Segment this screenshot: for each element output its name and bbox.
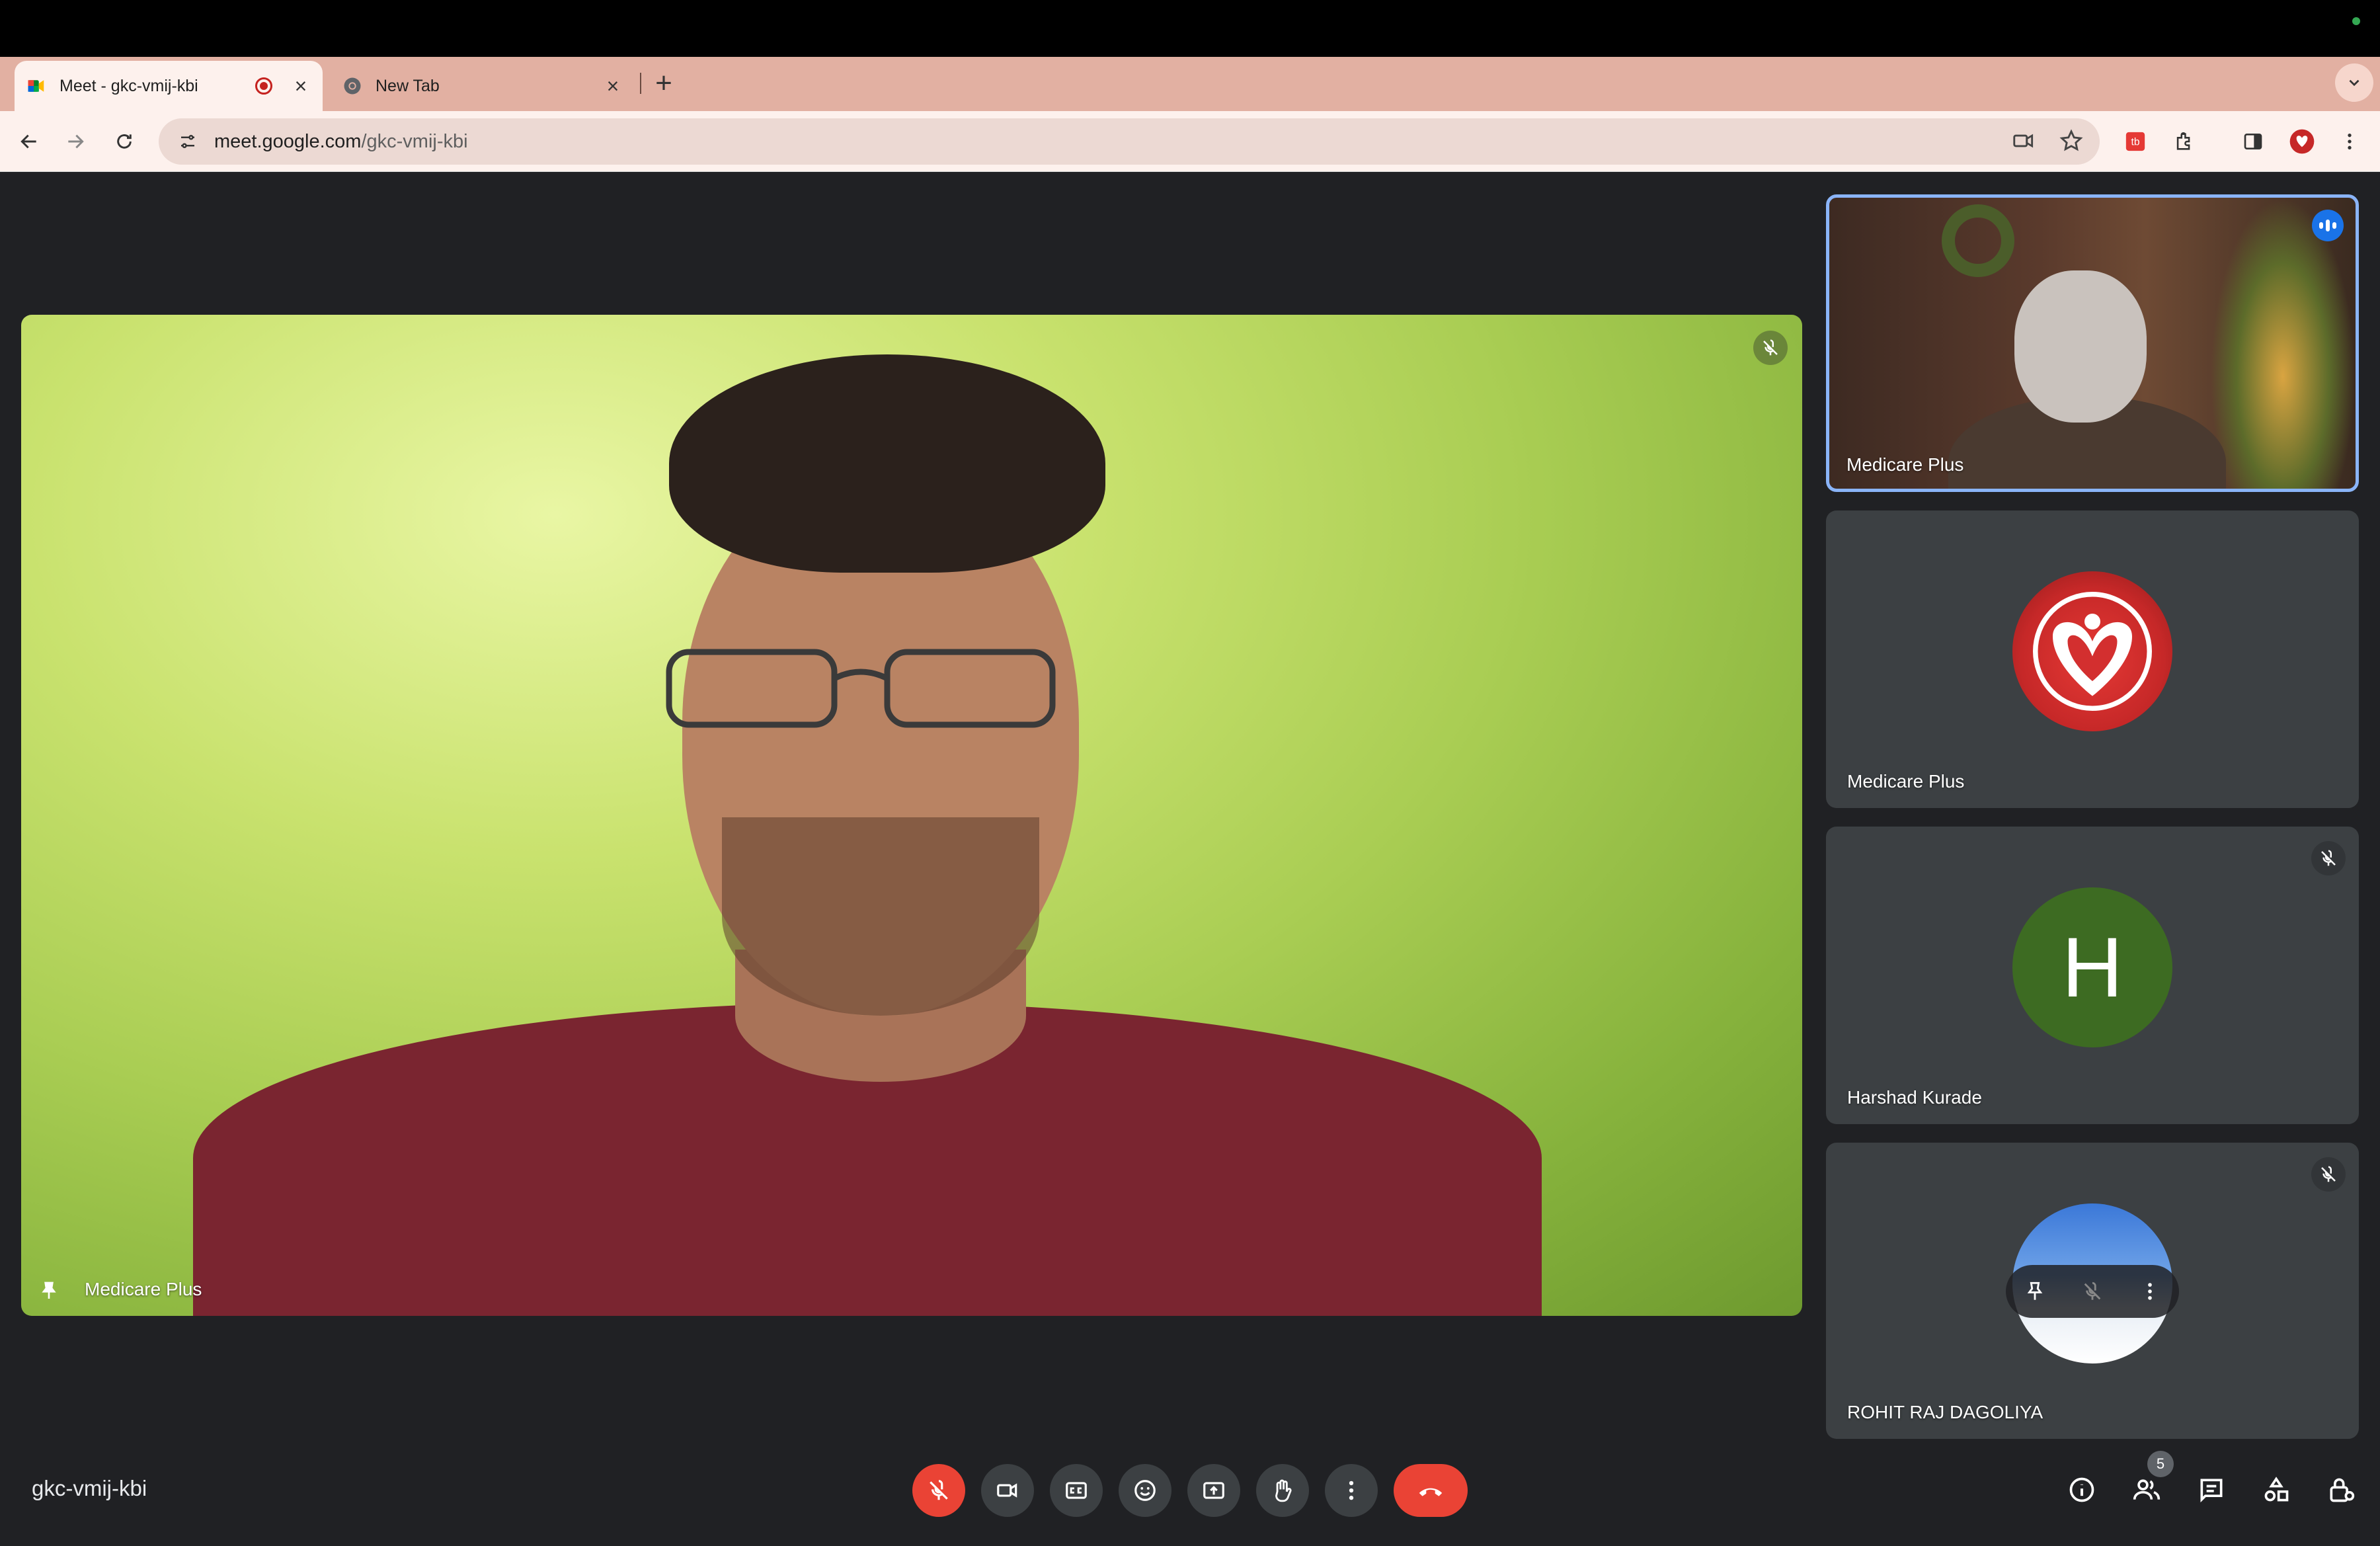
- present-icon: [1203, 1482, 1224, 1499]
- meeting-tools: 5: [2059, 1451, 2364, 1513]
- video-person-beard: [722, 817, 1039, 1016]
- host-controls-icon: [2330, 1478, 2355, 1502]
- heart-logo-icon: [2033, 592, 2152, 711]
- new-tab-button[interactable]: +: [651, 65, 677, 102]
- os-top-bar: [0, 0, 2380, 57]
- browser-toolbar: meet.google.com/gkc-vmij-kbi tb: [0, 111, 2380, 172]
- extensions-puzzle-icon[interactable]: [2168, 126, 2200, 157]
- url-host: meet.google.com: [214, 130, 362, 152]
- more-options-button[interactable]: [1325, 1464, 1378, 1517]
- tab-close-button[interactable]: ×: [291, 74, 311, 99]
- tab-title: Meet - gkc-vmij-kbi: [60, 76, 198, 95]
- pin-icon[interactable]: [36, 1278, 62, 1304]
- site-info-icon[interactable]: [175, 128, 201, 155]
- captions-button[interactable]: [1050, 1464, 1103, 1517]
- chrome-icon: [344, 77, 361, 95]
- tab-divider: [640, 73, 641, 94]
- activities-icon: [2264, 1477, 2289, 1502]
- mic-off-icon: [1763, 339, 1778, 356]
- call-controls: [912, 1464, 1468, 1517]
- svg-text:tb: tb: [2131, 137, 2140, 148]
- status-dot: [2352, 17, 2360, 25]
- raise-hand-button[interactable]: [1256, 1464, 1309, 1517]
- mic-off-icon: [2321, 1166, 2336, 1182]
- people-button[interactable]: 5: [2123, 1451, 2174, 1513]
- tab-meet[interactable]: Meet - gkc-vmij-kbi ×: [15, 61, 323, 111]
- participant-name: Medicare Plus: [1846, 454, 1964, 475]
- arrow-left-icon: [20, 134, 36, 149]
- mic-off-indicator: [2311, 1157, 2346, 1192]
- participant-name: ROHIT RAJ DAGOLIYA: [1847, 1402, 2043, 1422]
- wreath-decoration: [1942, 204, 2014, 277]
- remote-person-face: [2014, 270, 2147, 423]
- pin-icon[interactable]: [2024, 1280, 2046, 1303]
- activities-button[interactable]: [2253, 1467, 2299, 1513]
- main-video-tile[interactable]: Medicare Plus: [21, 315, 1802, 1316]
- mic-off-icon: [2321, 850, 2336, 866]
- camera-toggle-button[interactable]: [981, 1464, 1034, 1517]
- host-controls-button[interactable]: [2318, 1467, 2364, 1513]
- meeting-code: gkc-vmij-kbi: [32, 1476, 147, 1500]
- chat-button[interactable]: [2188, 1467, 2235, 1513]
- people-icon: [2133, 1479, 2161, 1500]
- leave-call-button[interactable]: [1394, 1464, 1468, 1517]
- meeting-details-button[interactable]: [2059, 1467, 2105, 1513]
- microphone-toggle-button[interactable]: [912, 1464, 965, 1517]
- video-person-glasses: [666, 649, 1056, 728]
- raise-hand-icon: [1275, 1479, 1292, 1502]
- tab-close-button[interactable]: ×: [603, 74, 623, 99]
- main-participant-name: Medicare Plus: [85, 1279, 202, 1299]
- chevron-down-icon: [2349, 79, 2360, 87]
- participant-tile-2[interactable]: Medicare Plus: [1826, 510, 2359, 808]
- more-options-icon: [1349, 1481, 1354, 1500]
- forward-button[interactable]: [60, 126, 91, 157]
- captions-icon: [1066, 1482, 1087, 1499]
- url-path: /gkc-vmij-kbi: [361, 130, 468, 152]
- chat-icon: [2200, 1479, 2223, 1503]
- camera-icon: [997, 1483, 1017, 1498]
- present-screen-button[interactable]: [1187, 1464, 1240, 1517]
- mic-off-indicator: [1753, 331, 1788, 365]
- participant-name: Harshad Kurade: [1847, 1087, 1982, 1108]
- camera-in-use-icon[interactable]: [2011, 128, 2036, 153]
- video-person-hair: [669, 354, 1105, 573]
- bookmark-star-icon[interactable]: [2059, 128, 2084, 153]
- side-panel-icon[interactable]: [2237, 126, 2269, 157]
- emoji-icon: [1134, 1480, 1156, 1501]
- mute-participant-icon[interactable]: [2081, 1280, 2104, 1303]
- participant-tile-3[interactable]: H Harshad Kurade: [1826, 827, 2359, 1124]
- tab-title: New Tab: [376, 76, 440, 95]
- back-button[interactable]: [13, 126, 45, 157]
- address-bar[interactable]: meet.google.com/gkc-vmij-kbi: [159, 118, 2100, 165]
- profile-avatar[interactable]: [2286, 126, 2318, 157]
- meet-favicon-icon: [28, 80, 44, 92]
- tab-new-tab[interactable]: New Tab ×: [331, 61, 635, 111]
- recording-indicator-icon: [255, 77, 272, 95]
- tile-hover-toolbar: [2006, 1265, 2179, 1318]
- participant-tile-4[interactable]: ROHIT RAJ DAGOLIYA: [1826, 1143, 2359, 1439]
- emoji-reaction-button[interactable]: [1119, 1464, 1171, 1517]
- browser-menu-icon[interactable]: [2334, 126, 2365, 157]
- letter-avatar: H: [2012, 887, 2172, 1047]
- medicare-logo-avatar: [2012, 571, 2172, 731]
- speaking-indicator-icon: [2312, 210, 2344, 241]
- extension-red-icon[interactable]: tb: [2120, 126, 2151, 157]
- people-count-badge: 5: [2147, 1451, 2174, 1477]
- mic-off-indicator: [2311, 841, 2346, 875]
- reload-button[interactable]: [108, 126, 140, 157]
- info-icon: [2069, 1477, 2094, 1502]
- arrow-right-icon: [68, 134, 84, 149]
- participant-tile-1[interactable]: Medicare Plus: [1826, 194, 2359, 492]
- mic-off-icon: [930, 1480, 948, 1500]
- url-text: meet.google.com/gkc-vmij-kbi: [214, 131, 468, 153]
- christmas-tree-decoration: [2210, 198, 2356, 489]
- reload-icon: [117, 134, 132, 149]
- end-call-icon: [1419, 1488, 1443, 1496]
- tab-search-button[interactable]: [2335, 63, 2373, 102]
- more-options-icon[interactable]: [2139, 1280, 2161, 1303]
- participant-name: Medicare Plus: [1847, 771, 1965, 792]
